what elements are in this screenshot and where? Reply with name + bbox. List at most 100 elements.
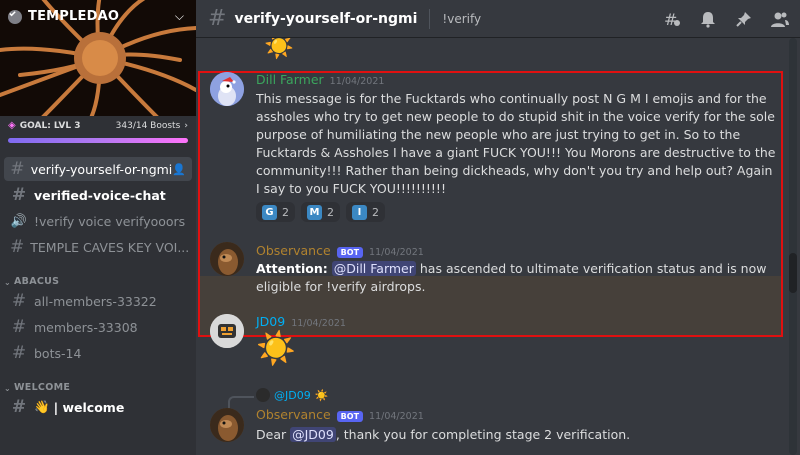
boost-goal[interactable]: ◈ GOAL: LVL 3 343/14 Boosts › xyxy=(0,116,196,150)
hashtag-icon: # xyxy=(208,6,227,31)
channel-item-members[interactable]: # members-33308 xyxy=(4,315,192,339)
message-prefix: Dear xyxy=(256,427,287,442)
sun-emoji-icon: ☀️ xyxy=(264,38,294,60)
avatar[interactable] xyxy=(210,314,244,348)
category-welcome[interactable]: ⌄ WELCOME xyxy=(0,371,196,393)
user-mention[interactable]: @Dill Farmer xyxy=(331,261,416,276)
reaction-i[interactable]: I 2 xyxy=(346,202,385,222)
scrollbar[interactable] xyxy=(789,38,797,455)
channel-label: !verify voice verifyooors xyxy=(34,213,186,229)
channel-item-welcome[interactable]: # 👋 | welcome xyxy=(4,395,192,419)
reply-connector xyxy=(228,396,254,408)
channel-label: verified-voice-chat xyxy=(34,187,166,203)
reaction-count: 2 xyxy=(372,205,379,219)
channel-title: verify-yourself-or-ngmi xyxy=(234,10,418,27)
channel-topic: !verify xyxy=(442,11,482,26)
message-text: Attention: @Dill Farmer has ascended to … xyxy=(256,260,776,296)
reaction-count: 2 xyxy=(327,205,334,219)
username[interactable]: Dill Farmer xyxy=(256,72,324,87)
message-header: JD09 11/04/2021 xyxy=(256,314,346,329)
message-header: Observance BOT 11/04/2021 xyxy=(256,243,424,258)
message-text: Dear @JD09, thank you for completing sta… xyxy=(256,426,776,444)
channel-item-all-members[interactable]: # all-members-33322 xyxy=(4,289,192,313)
channel-item-temple-caves[interactable]: # TEMPLE CAVES KEY VOI... xyxy=(4,235,192,259)
waving-hand-icon: 👋 xyxy=(34,399,50,414)
avatar[interactable] xyxy=(210,408,244,442)
category-label: ABACUS xyxy=(14,276,60,287)
server-name-label: TEMPLEDAO xyxy=(28,9,120,24)
threads-icon[interactable]: # xyxy=(662,9,682,29)
channel-label: TEMPLE CAVES KEY VOI... xyxy=(30,239,190,255)
timestamp: 11/04/2021 xyxy=(369,247,424,258)
timestamp: 11/04/2021 xyxy=(329,76,385,87)
hashtag-icon: # xyxy=(10,236,25,257)
username[interactable]: Observance xyxy=(256,407,331,422)
channel-label: all-members-33322 xyxy=(34,293,157,309)
reaction-count: 2 xyxy=(282,205,289,219)
server-name[interactable]: TEMPLEDAO xyxy=(8,9,119,24)
channel-item-verify-yourself-or-ngmi[interactable]: # verify-yourself-or-ngmi 👤 xyxy=(4,157,192,181)
channel-item-verify-voice[interactable]: 🔊 !verify voice verifyooors xyxy=(4,209,192,233)
chat-area: # verify-yourself-or-ngmi !verify # ☀️ D… xyxy=(196,0,800,455)
chevron-right-icon: › xyxy=(184,120,188,131)
divider xyxy=(429,8,431,29)
invite-user-icon[interactable]: 👤 xyxy=(172,163,186,176)
channel-list: # verify-yourself-or-ngmi 👤 # verified-v… xyxy=(0,155,196,421)
message-feed: ☀️ Dill Farmer 11/04/2021 This message i… xyxy=(196,38,786,455)
message-header: Observance BOT 11/04/2021 xyxy=(256,407,424,422)
hashtag-icon: # xyxy=(11,184,27,205)
speaker-icon: 🔊 xyxy=(10,213,28,229)
avatar[interactable] xyxy=(210,72,244,106)
username[interactable]: JD09 xyxy=(256,314,285,329)
channel-label: bots-14 xyxy=(34,345,82,361)
sun-emoji-icon: ☀️ xyxy=(314,388,329,402)
hashtag-icon: # xyxy=(10,158,25,179)
reactions: G 2 M 2 I 2 xyxy=(256,202,385,222)
username[interactable]: Observance xyxy=(256,243,331,258)
attention-label: Attention: xyxy=(256,261,328,276)
reaction-m[interactable]: M 2 xyxy=(301,202,340,222)
channel-label: verify-yourself-or-ngmi xyxy=(30,161,173,177)
hashtag-icon: # xyxy=(11,396,27,417)
bot-badge: BOT xyxy=(336,247,364,258)
hashtag-icon: # xyxy=(11,290,27,311)
boost-gem-icon: ◈ xyxy=(8,120,16,131)
channel-label: | welcome xyxy=(53,399,125,415)
sun-emoji-icon: ☀️ xyxy=(256,329,296,367)
message-text: This message is for the Fucktards who co… xyxy=(256,91,776,196)
reply-username: @JD09 xyxy=(274,388,311,402)
letter-i-emoji-icon: I xyxy=(352,204,367,220)
hashtag-icon: # xyxy=(11,316,27,337)
boost-count: 343/14 Boosts xyxy=(115,120,181,131)
members-icon[interactable] xyxy=(770,9,790,29)
channel-header: # verify-yourself-or-ngmi !verify # xyxy=(196,0,800,38)
avatar[interactable] xyxy=(210,242,244,276)
letter-m-emoji-icon: M xyxy=(307,204,322,220)
user-mention[interactable]: @JD09 xyxy=(290,427,336,442)
goal-label: GOAL: LVL 3 xyxy=(19,120,81,131)
timestamp: 11/04/2021 xyxy=(291,318,346,329)
boost-progress-bar xyxy=(8,138,188,143)
message-body: , thank you for completing stage 2 verif… xyxy=(335,427,631,442)
chevron-down-icon: ⌄ xyxy=(4,278,12,287)
hashtag-icon: # xyxy=(11,342,27,363)
channel-label: members-33308 xyxy=(34,319,138,335)
reaction-g[interactable]: G 2 xyxy=(256,202,295,222)
channel-sidebar: TEMPLEDAO ⌵ ◈ GOAL: LVL 3 343/14 Boosts … xyxy=(0,0,196,455)
channel-item-verified-voice-chat[interactable]: # verified-voice-chat xyxy=(4,183,192,207)
timestamp: 11/04/2021 xyxy=(369,411,424,422)
server-banner: TEMPLEDAO ⌵ xyxy=(0,0,196,116)
bell-icon[interactable] xyxy=(698,9,718,29)
category-label: WELCOME xyxy=(14,382,71,393)
scrollbar-thumb[interactable] xyxy=(789,253,797,293)
reply-reference[interactable]: @JD09 ☀️ xyxy=(256,388,328,402)
message-header: Dill Farmer 11/04/2021 xyxy=(256,72,384,87)
category-abacus[interactable]: ⌄ ABACUS xyxy=(0,265,196,287)
header-toolbar: # xyxy=(662,9,790,29)
chevron-down-icon[interactable]: ⌵ xyxy=(175,9,184,24)
letter-g-emoji-icon: G xyxy=(262,204,277,220)
pin-icon[interactable] xyxy=(734,9,754,29)
verified-server-icon xyxy=(8,9,22,24)
mini-avatar xyxy=(256,388,270,402)
channel-item-bots[interactable]: # bots-14 xyxy=(4,341,192,365)
